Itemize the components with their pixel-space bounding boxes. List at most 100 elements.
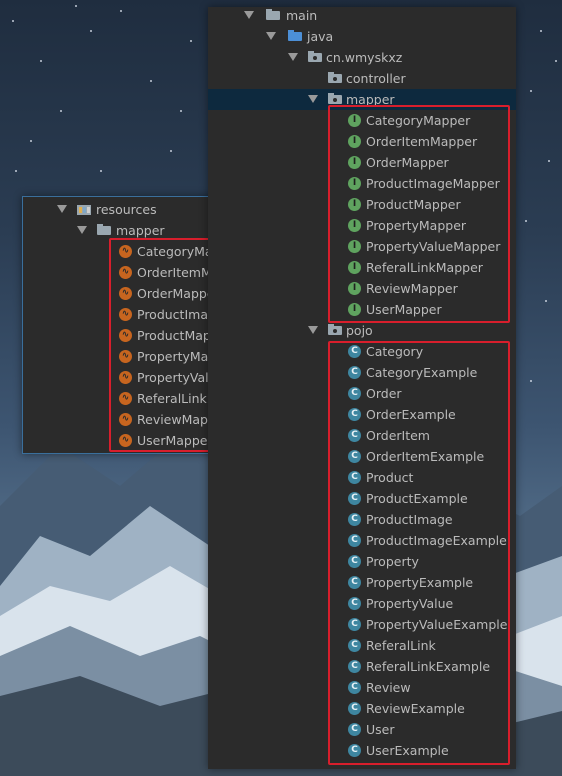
interface-icon: I — [348, 240, 361, 253]
tree-node-pojo[interactable]: pojo — [208, 320, 516, 341]
tree-node-label: ReviewMapper — [366, 281, 458, 296]
class-icon: C — [348, 429, 361, 442]
class-icon: C — [348, 702, 361, 715]
interface-icon: I — [348, 282, 361, 295]
pojo-class-item[interactable]: C CategoryExample — [208, 362, 516, 383]
pojo-class-item[interactable]: C ProductImage — [208, 509, 516, 530]
class-icon: C — [348, 555, 361, 568]
tree-node-label: OrderItemMapper — [366, 134, 478, 149]
mapper-interface-item[interactable]: I ReviewMapper — [208, 278, 516, 299]
mybatis-xml-icon: ∿ — [119, 413, 132, 426]
mapper-interface-item[interactable]: I UserMapper — [208, 299, 516, 320]
tree-node-label: UserMapper — [366, 302, 442, 317]
mapper-interface-item[interactable]: I OrderItemMapper — [208, 131, 516, 152]
class-icon: C — [348, 639, 361, 652]
tree-node-label: ProductImage — [366, 512, 453, 527]
pojo-class-item[interactable]: C ProductExample — [208, 488, 516, 509]
pojo-class-item[interactable]: C ReferalLinkExample — [208, 656, 516, 677]
mapper-interface-item[interactable]: I ReferalLinkMapper — [208, 257, 516, 278]
tree-node-mapper-java[interactable]: mapper — [208, 89, 516, 110]
mapper-interface-item[interactable]: I OrderMapper — [208, 152, 516, 173]
mybatis-xml-icon: ∿ — [119, 350, 132, 363]
star-decoration — [150, 80, 152, 82]
interface-icon: I — [348, 303, 361, 316]
tree-node-label: User — [366, 722, 395, 737]
pojo-class-item[interactable]: C Review — [208, 677, 516, 698]
tree-node-label: Category — [366, 344, 424, 359]
interface-icon: I — [348, 198, 361, 211]
pojo-class-item[interactable]: C User — [208, 719, 516, 740]
package-icon — [328, 72, 342, 83]
class-icon: C — [348, 366, 361, 379]
interface-icon: I — [348, 135, 361, 148]
tree-node-label: mapper — [116, 223, 165, 238]
pojo-class-item[interactable]: C UserExample — [208, 740, 516, 761]
package-icon — [308, 51, 322, 62]
tree-node-label: main — [286, 8, 318, 23]
pojo-class-item[interactable]: C ReferalLink — [208, 635, 516, 656]
chevron-down-icon[interactable] — [266, 32, 276, 40]
class-icon: C — [348, 450, 361, 463]
class-icon: C — [348, 723, 361, 736]
class-icon: C — [348, 681, 361, 694]
chevron-down-icon[interactable] — [308, 95, 318, 103]
star-decoration — [530, 90, 532, 92]
pojo-class-item[interactable]: C PropertyExample — [208, 572, 516, 593]
star-decoration — [525, 220, 527, 222]
tree-node-package[interactable]: cn.wmyskxz — [208, 47, 516, 68]
interface-icon: I — [348, 219, 361, 232]
mybatis-xml-icon: ∿ — [119, 434, 132, 447]
chevron-down-icon[interactable] — [77, 226, 87, 234]
class-icon: C — [348, 660, 361, 673]
tree-node-label: PropertyValueExample — [366, 617, 508, 632]
mybatis-xml-icon: ∿ — [119, 329, 132, 342]
mapper-interface-item[interactable]: I PropertyMapper — [208, 215, 516, 236]
mapper-interface-item[interactable]: I PropertyValueMapper — [208, 236, 516, 257]
chevron-down-icon[interactable] — [288, 53, 298, 61]
class-icon: C — [348, 492, 361, 505]
pojo-class-item[interactable]: C OrderItemExample — [208, 446, 516, 467]
tree-node-label: Property — [366, 554, 419, 569]
tree-node-label: CategoryExample — [366, 365, 478, 380]
class-icon: C — [348, 408, 361, 421]
tree-node-main[interactable]: main — [208, 5, 516, 26]
mapper-interface-item[interactable]: I ProductMapper — [208, 194, 516, 215]
mybatis-xml-icon: ∿ — [119, 392, 132, 405]
tree-node-label: OrderItem — [366, 428, 430, 443]
chevron-down-icon[interactable] — [308, 326, 318, 334]
pojo-class-item[interactable]: C OrderItem — [208, 425, 516, 446]
tree-node-label: PropertyValueMapper — [366, 239, 501, 254]
mapper-interface-item[interactable]: I ProductImageMapper — [208, 173, 516, 194]
source-folder-icon — [288, 30, 302, 41]
tree-node-label: OrderItemExample — [366, 449, 485, 464]
tree-node-label: OrderExample — [366, 407, 456, 422]
pojo-class-item[interactable]: C Property — [208, 551, 516, 572]
pojo-class-item[interactable]: C Category — [208, 341, 516, 362]
folder-icon — [97, 224, 111, 235]
pojo-class-item[interactable]: C PropertyValueExample — [208, 614, 516, 635]
tree-node-label: resources — [96, 202, 157, 217]
tree-node-label: Order — [366, 386, 402, 401]
pojo-class-item[interactable]: C ProductImageExample — [208, 530, 516, 551]
star-decoration — [190, 40, 192, 42]
pojo-class-item[interactable]: C Order — [208, 383, 516, 404]
chevron-down-icon[interactable] — [57, 205, 67, 213]
tree-node-label: ProductImageExample — [366, 533, 507, 548]
mapper-interface-item[interactable]: I CategoryMapper — [208, 110, 516, 131]
resources-folder-icon — [77, 202, 93, 216]
tree-node-label: PropertyValue — [366, 596, 454, 611]
pojo-class-item[interactable]: C OrderExample — [208, 404, 516, 425]
pojo-class-item[interactable]: C Product — [208, 467, 516, 488]
tree-node-java[interactable]: java — [208, 26, 516, 47]
pojo-class-item[interactable]: C ReviewExample — [208, 698, 516, 719]
chevron-down-icon[interactable] — [244, 11, 254, 19]
tree-node-controller[interactable]: controller — [208, 68, 516, 89]
pojo-class-item[interactable]: C PropertyValue — [208, 593, 516, 614]
star-decoration — [120, 10, 122, 12]
class-icon: C — [348, 618, 361, 631]
tree-node-label: java — [307, 29, 334, 44]
star-decoration — [90, 30, 92, 32]
star-decoration — [30, 140, 32, 142]
package-icon — [328, 324, 342, 335]
star-decoration — [40, 60, 42, 62]
